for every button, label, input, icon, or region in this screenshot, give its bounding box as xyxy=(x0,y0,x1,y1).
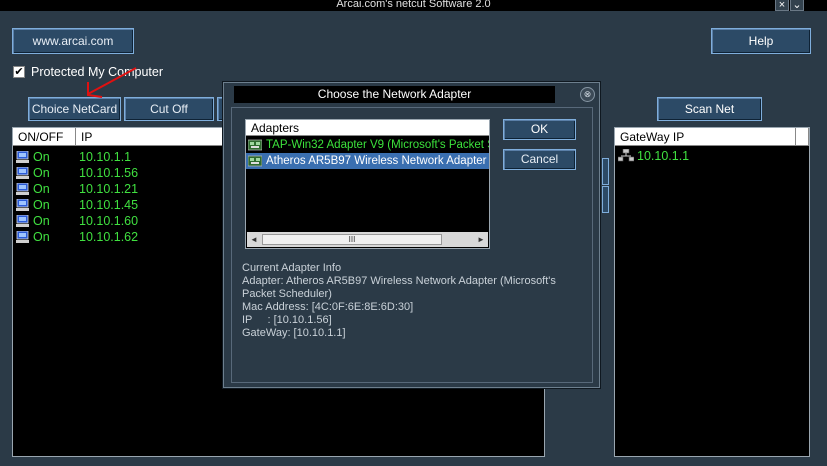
computer-icon xyxy=(16,215,29,227)
scan-net-button[interactable]: Scan Net xyxy=(657,97,762,121)
host-status: On xyxy=(33,182,50,196)
host-status: On xyxy=(33,166,50,180)
adapter-row[interactable]: Atheros AR5B97 Wireless Network Adapter … xyxy=(246,153,489,169)
gateway-row[interactable]: 10.10.1.1 xyxy=(615,148,805,164)
adapter-info-gateway: GateWay: [10.10.1.1] xyxy=(242,327,346,339)
help-button[interactable]: Help xyxy=(711,28,811,54)
annotation-arrow-icon xyxy=(87,67,137,98)
title-bar: Arcai.com's netcut Software 2.0 × ⌄ xyxy=(0,0,827,11)
protected-checkbox[interactable]: ✔ xyxy=(13,66,25,78)
adapters-header[interactable]: Adapters xyxy=(246,120,489,136)
scroll-thumb[interactable]: III xyxy=(262,234,442,245)
adapter-info-title: Current Adapter Info xyxy=(242,262,342,274)
host-ip: 10.10.1.56 xyxy=(79,166,139,180)
network-card-icon xyxy=(248,139,262,151)
window-title: Arcai.com's netcut Software 2.0 xyxy=(336,0,491,10)
host-status: On xyxy=(33,214,50,228)
adapters-list[interactable]: Adapters TAP-Win32 Adapter V9 (Microsoft… xyxy=(245,119,490,249)
adapter-info-adapter-cont: Packet Scheduler) xyxy=(242,288,332,300)
choose-adapter-dialog: Choose the Network Adapter ⊗ Adapters TA… xyxy=(223,82,600,388)
adapter-info-ip: IP : [10.10.1.56] xyxy=(242,314,332,326)
website-button[interactable]: www.arcai.com xyxy=(12,28,134,54)
scroll-handle[interactable] xyxy=(602,186,609,213)
network-card-icon xyxy=(248,155,262,167)
dialog-title: Choose the Network Adapter xyxy=(234,86,555,103)
host-ip: 10.10.1.1 xyxy=(79,150,132,164)
scroll-handle[interactable] xyxy=(602,158,609,185)
host-status: On xyxy=(33,150,50,164)
ok-button[interactable]: OK xyxy=(503,119,576,140)
adapter-info-adapter: Adapter: Atheros AR5B97 Wireless Network… xyxy=(242,275,556,287)
host-status: On xyxy=(33,198,50,212)
computer-icon xyxy=(16,199,29,211)
close-icon[interactable]: × xyxy=(775,0,789,11)
menu-icon[interactable]: ⌄ xyxy=(790,0,804,11)
computer-icon xyxy=(16,167,29,179)
column-header-gateway[interactable]: GateWay IP xyxy=(615,128,796,146)
dialog-close-icon[interactable]: ⊗ xyxy=(580,87,595,102)
gateway-list[interactable]: GateWay IP 10.10.1.1 xyxy=(614,127,810,457)
adapter-row[interactable]: TAP-Win32 Adapter V9 (Microsoft's Packet… xyxy=(246,137,489,153)
cancel-button[interactable]: Cancel xyxy=(503,149,576,170)
adapter-name: Atheros AR5B97 Wireless Network Adapter … xyxy=(266,155,489,167)
host-ip: 10.10.1.62 xyxy=(79,230,139,244)
adapter-info-mac: Mac Address: [4C:0F:6E:8E:6D:30] xyxy=(242,301,414,313)
column-header-onoff[interactable]: ON/OFF xyxy=(13,128,76,146)
computer-icon xyxy=(16,231,29,243)
computer-icon xyxy=(16,151,29,163)
gateway-ip: 10.10.1.1 xyxy=(637,149,690,163)
scroll-right-icon[interactable]: ► xyxy=(474,232,488,247)
column-header-extra xyxy=(796,128,809,146)
host-ip: 10.10.1.45 xyxy=(79,198,139,212)
host-status: On xyxy=(33,230,50,244)
network-icon xyxy=(618,149,634,162)
host-ip: 10.10.1.21 xyxy=(79,182,139,196)
adapter-name: TAP-Win32 Adapter V9 (Microsoft's Packet… xyxy=(266,139,489,151)
scroll-left-icon[interactable]: ◄ xyxy=(247,232,261,247)
host-ip: 10.10.1.60 xyxy=(79,214,139,228)
computer-icon xyxy=(16,183,29,195)
horizontal-scrollbar[interactable]: ◄ III ► xyxy=(247,232,488,247)
